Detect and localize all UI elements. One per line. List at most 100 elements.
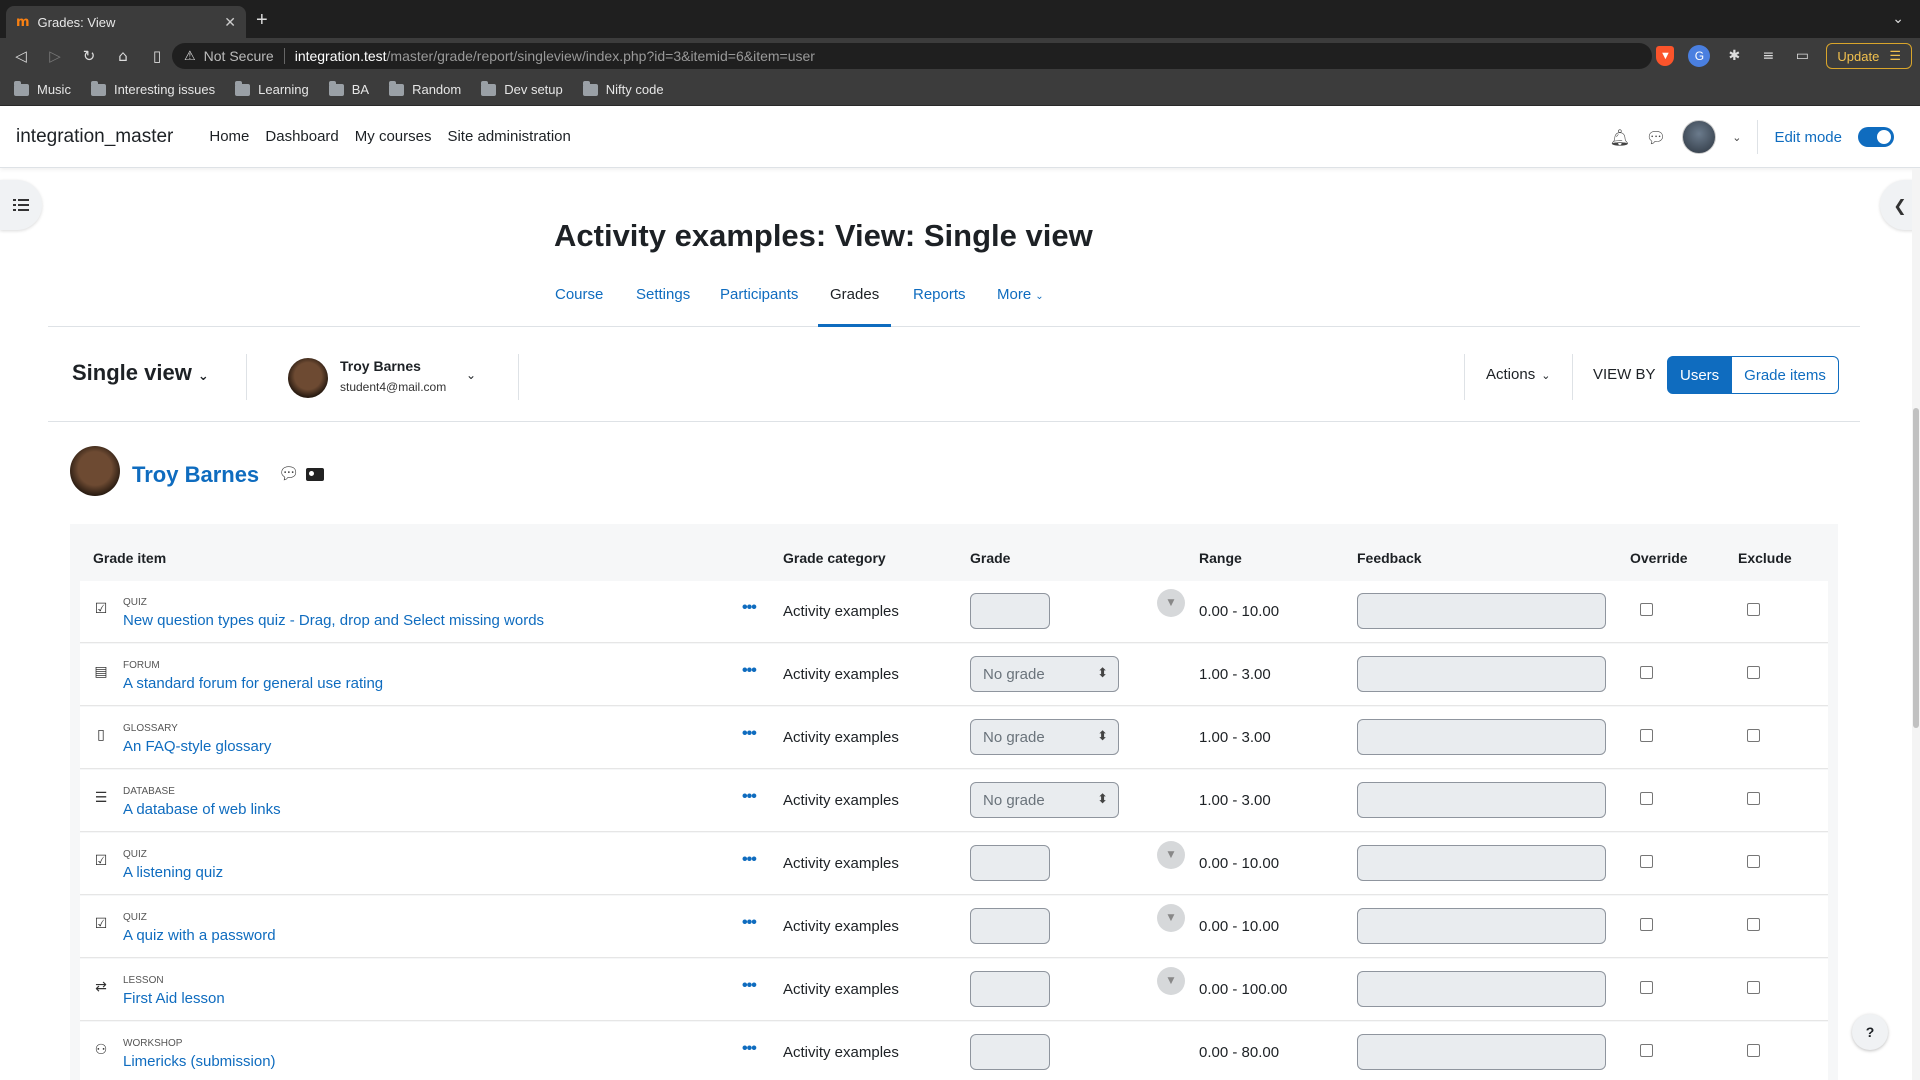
more-actions-icon[interactable]: ••• [742, 914, 757, 932]
bookmark-folder[interactable]: Interesting issues [90, 80, 215, 97]
exclude-checkbox[interactable] [1747, 729, 1760, 742]
override-checkbox[interactable] [1640, 981, 1653, 994]
grade-input[interactable] [970, 971, 1050, 1007]
reload-icon[interactable]: ↻ [76, 47, 102, 65]
more-actions-icon[interactable]: ••• [742, 977, 757, 995]
user-avatar-large[interactable] [70, 446, 120, 496]
nav-my-courses[interactable]: My courses [355, 128, 432, 145]
new-tab-icon[interactable]: + [256, 10, 268, 30]
tab-course[interactable]: Course [543, 282, 615, 327]
notifications-bell-icon[interactable]: 🔔︎ [1610, 128, 1630, 147]
more-actions-icon[interactable]: ••• [742, 851, 757, 869]
more-actions-icon[interactable]: ••• [742, 788, 757, 806]
override-checkbox[interactable] [1640, 1044, 1653, 1057]
more-actions-icon[interactable]: ••• [742, 662, 757, 680]
item-name-link[interactable]: A standard forum for general use rating [123, 675, 383, 692]
item-name-link[interactable]: New question types quiz - Drag, drop and… [123, 612, 544, 629]
help-button[interactable]: ? [1852, 1014, 1888, 1050]
brave-shield-icon[interactable]: ▼ [1656, 46, 1675, 66]
override-checkbox[interactable] [1640, 855, 1653, 868]
feedback-input[interactable] [1357, 656, 1606, 692]
grade-menu-toggle[interactable]: ▼ [1157, 589, 1185, 617]
bookmark-folder[interactable]: Random [389, 80, 461, 97]
actions-dropdown[interactable]: Actions ⌄ [1486, 366, 1550, 383]
nav-home[interactable]: Home [209, 128, 249, 145]
feedback-input[interactable] [1357, 782, 1606, 818]
bookmark-icon[interactable]: ▯ [144, 47, 170, 65]
feedback-input[interactable] [1357, 908, 1606, 944]
exclude-checkbox[interactable] [1747, 855, 1760, 868]
user-selector[interactable]: Troy Barnes student4@mail.com ⌄ [288, 354, 488, 400]
feedback-input[interactable] [1357, 1034, 1606, 1070]
more-actions-icon[interactable]: ••• [742, 1040, 757, 1058]
bookmark-folder[interactable]: Nifty code [582, 80, 664, 97]
course-index-drawer-toggle[interactable] [0, 180, 42, 230]
item-name-link[interactable]: A listening quiz [123, 864, 223, 881]
report-selector[interactable]: Single view ⌄ [72, 360, 209, 386]
override-checkbox[interactable] [1640, 666, 1653, 679]
messages-icon[interactable]: 💬︎ [1646, 128, 1666, 147]
item-name-link[interactable]: A quiz with a password [123, 927, 276, 944]
tab-menu-chevron-icon[interactable]: ⌄ [1892, 10, 1904, 27]
override-checkbox[interactable] [1640, 603, 1653, 616]
nav-dashboard[interactable]: Dashboard [265, 128, 338, 145]
page-scrollbar[interactable] [1912, 168, 1920, 1080]
user-menu-chevron-icon[interactable]: ⌄ [1732, 131, 1741, 144]
exclude-checkbox[interactable] [1747, 792, 1760, 805]
wallet-icon[interactable]: ▭ [1792, 46, 1812, 66]
update-button[interactable]: Update ☰ [1826, 43, 1912, 69]
extensions-icon[interactable]: ✱ [1724, 46, 1744, 66]
tab-settings[interactable]: Settings [624, 282, 702, 327]
grade-menu-toggle[interactable]: ▼ [1157, 967, 1185, 995]
nav-site-administration[interactable]: Site administration [447, 128, 570, 145]
site-name[interactable]: integration_master [16, 126, 173, 148]
override-checkbox[interactable] [1640, 792, 1653, 805]
user-name-link[interactable]: Troy Barnes [132, 462, 259, 488]
grade-input[interactable] [970, 593, 1050, 629]
more-actions-icon[interactable]: ••• [742, 725, 757, 743]
translate-icon[interactable]: G [1688, 45, 1711, 67]
close-tab-icon[interactable]: ✕ [224, 14, 236, 31]
back-icon[interactable]: ◁ [8, 47, 34, 65]
forward-icon[interactable]: ▷ [42, 47, 68, 65]
grade-select[interactable]: No grade [970, 656, 1119, 692]
more-actions-icon[interactable]: ••• [742, 599, 757, 617]
override-checkbox[interactable] [1640, 729, 1653, 742]
view-by-grade-items-button[interactable]: Grade items [1732, 356, 1839, 394]
user-menu-avatar[interactable] [1682, 120, 1717, 154]
grade-input[interactable] [970, 908, 1050, 944]
exclude-checkbox[interactable] [1747, 666, 1760, 679]
item-name-link[interactable]: An FAQ-style glossary [123, 738, 271, 755]
grade-select[interactable]: No grade [970, 782, 1119, 818]
exclude-checkbox[interactable] [1747, 603, 1760, 616]
view-by-users-button[interactable]: Users [1667, 356, 1733, 394]
grade-input[interactable] [970, 1034, 1050, 1070]
tab-participants[interactable]: Participants [708, 282, 810, 327]
scrollbar-thumb[interactable] [1913, 408, 1919, 728]
user-profile-card-icon[interactable] [306, 468, 324, 481]
grade-select[interactable]: No grade [970, 719, 1119, 755]
feedback-input[interactable] [1357, 971, 1606, 1007]
browser-tab[interactable]: m Grades: View ✕ [6, 6, 246, 38]
item-name-link[interactable]: Limericks (submission) [123, 1053, 276, 1070]
grade-menu-toggle[interactable]: ▼ [1157, 904, 1185, 932]
exclude-checkbox[interactable] [1747, 918, 1760, 931]
grade-input[interactable] [970, 845, 1050, 881]
exclude-checkbox[interactable] [1747, 981, 1760, 994]
item-name-link[interactable]: A database of web links [123, 801, 281, 818]
home-icon[interactable]: ⌂ [110, 47, 136, 65]
bookmark-folder[interactable]: Music [14, 80, 71, 97]
tab-reports[interactable]: Reports [901, 282, 978, 327]
bookmark-folder[interactable]: Learning [235, 80, 309, 97]
tab-more[interactable]: More ⌄ [985, 282, 1056, 327]
exclude-checkbox[interactable] [1747, 1044, 1760, 1057]
override-checkbox[interactable] [1640, 918, 1653, 931]
bookmark-folder[interactable]: Dev setup [481, 80, 563, 97]
feedback-input[interactable] [1357, 593, 1606, 629]
edit-mode-toggle[interactable] [1858, 127, 1894, 147]
bookmark-folder[interactable]: BA [328, 80, 369, 97]
message-icon[interactable]: 💬︎ [278, 464, 300, 484]
item-name-link[interactable]: First Aid lesson [123, 990, 225, 1007]
address-bar[interactable]: ⚠ Not Secure integration.test /master/gr… [172, 43, 1652, 69]
grade-menu-toggle[interactable]: ▼ [1157, 841, 1185, 869]
